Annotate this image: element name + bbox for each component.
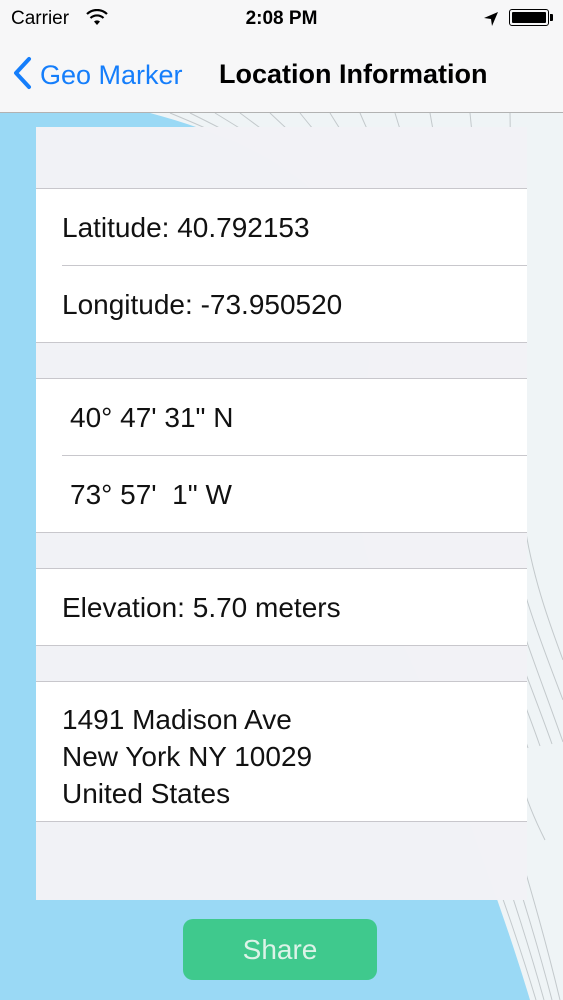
- longitude-row: Longitude: -73.950520: [36, 266, 527, 343]
- latitude-text: Latitude: 40.792153: [62, 211, 310, 243]
- address-row: 1491 Madison Ave New York NY 10029 Unite…: [36, 682, 527, 822]
- status-time: 2:08 PM: [245, 8, 318, 29]
- back-button-label: Geo Marker: [40, 59, 183, 90]
- section-spacer: [36, 533, 527, 569]
- back-button[interactable]: Geo Marker: [12, 56, 183, 94]
- location-arrow-icon: [483, 11, 499, 33]
- latitude-dms-text: 40° 47' 31" N: [70, 401, 234, 433]
- latitude-dms-row: 40° 47' 31" N: [36, 379, 527, 456]
- elevation-text: Elevation: 5.70 meters: [62, 591, 341, 623]
- longitude-dms-text: 73° 57' 1" W: [70, 478, 232, 510]
- latitude-row: Latitude: 40.792153: [36, 189, 527, 266]
- page-title: Location Information: [219, 59, 488, 89]
- section-spacer: [36, 127, 527, 189]
- section-spacer: [36, 343, 527, 379]
- chevron-left-icon: [12, 56, 32, 95]
- elevation-row: Elevation: 5.70 meters: [36, 569, 527, 646]
- battery-icon: [509, 9, 553, 26]
- address-city-line: New York NY 10029: [62, 741, 313, 772]
- longitude-text: Longitude: -73.950520: [62, 288, 343, 320]
- location-info-table: Latitude: 40.792153 Longitude: -73.95052…: [36, 127, 527, 900]
- section-spacer: [36, 646, 527, 682]
- share-button[interactable]: Share: [183, 919, 377, 980]
- address-block: 1491 Madison Ave New York NY 10029 Unite…: [36, 682, 312, 812]
- address-country: United States: [62, 778, 231, 809]
- status-bar: Carrier 2:08 PM: [0, 0, 563, 38]
- navigation-bar: Geo Marker Location Information: [0, 38, 563, 113]
- longitude-dms-row: 73° 57' 1" W: [36, 456, 527, 533]
- section-spacer: [36, 822, 527, 900]
- address-street: 1491 Madison Ave: [62, 704, 292, 735]
